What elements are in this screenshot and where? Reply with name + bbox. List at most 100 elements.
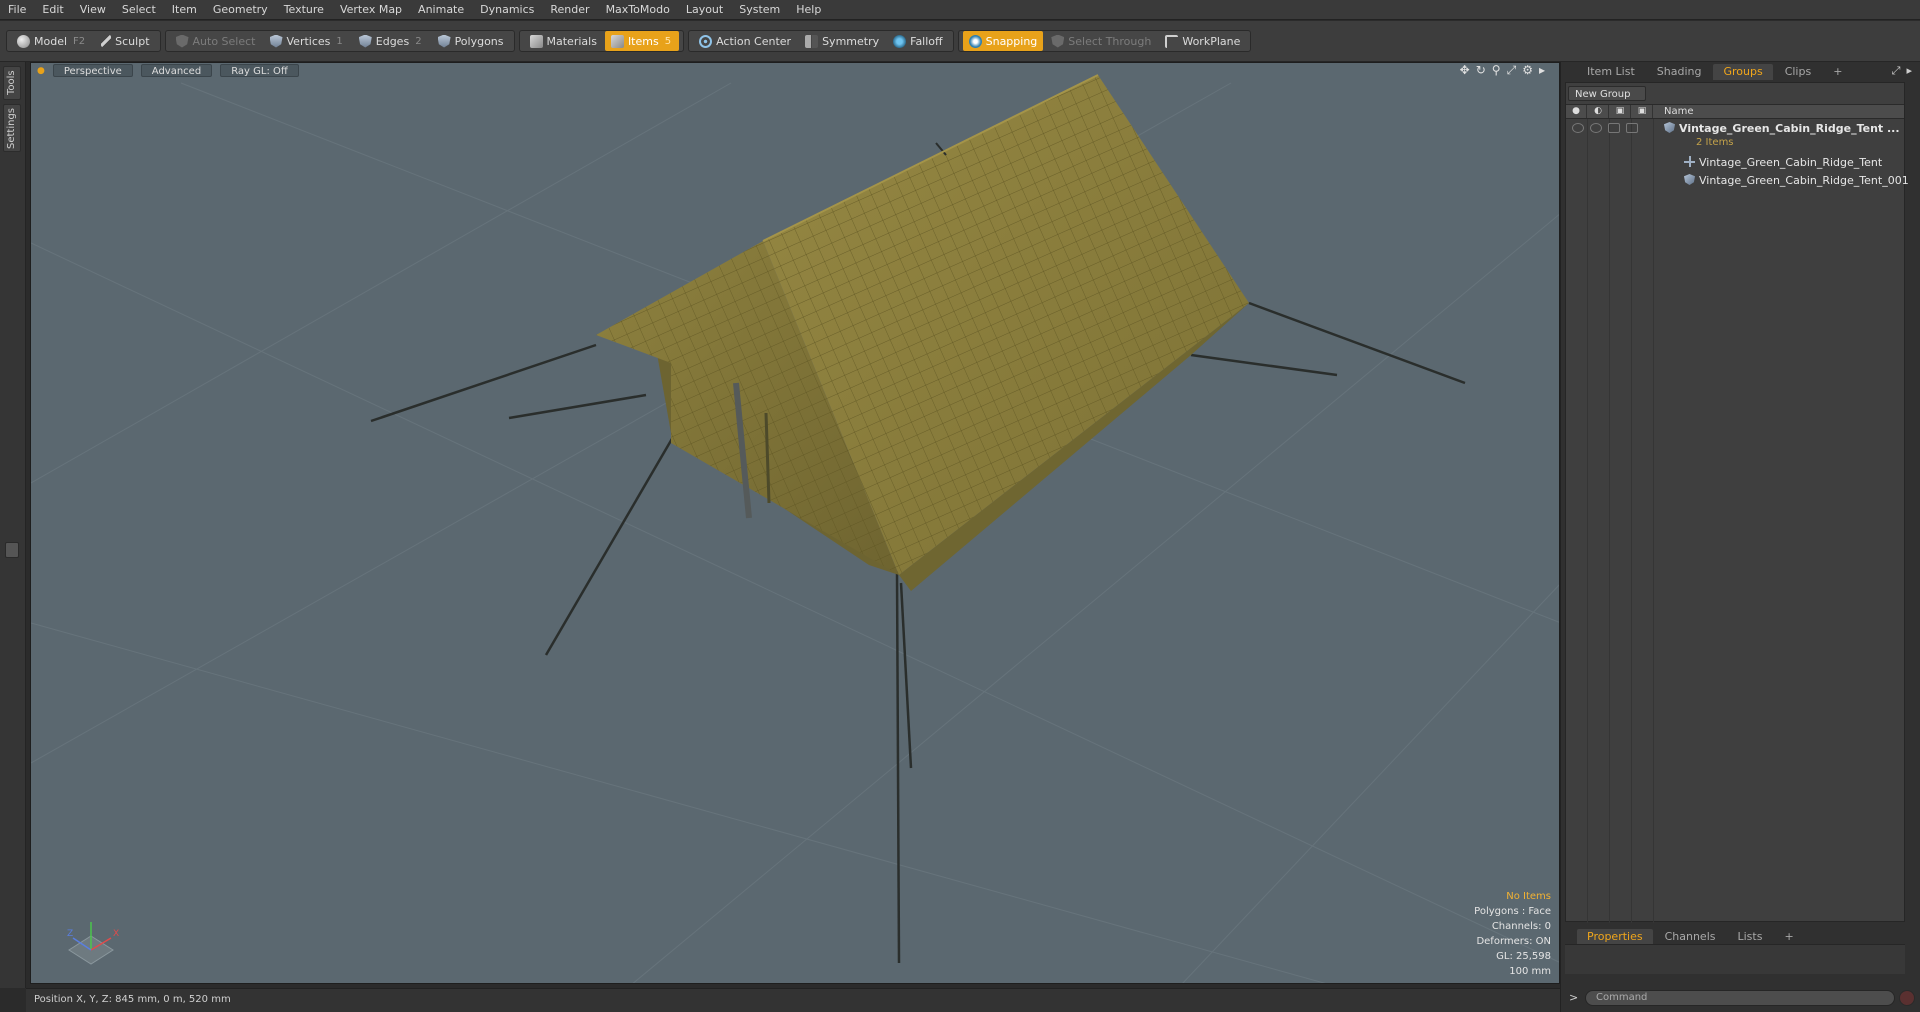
vertices-button[interactable]: Vertices 1 bbox=[264, 31, 351, 51]
lock-toggle-icon[interactable] bbox=[1608, 123, 1620, 133]
perspective-dropdown[interactable]: Perspective bbox=[52, 64, 133, 77]
menu-item[interactable]: Item bbox=[164, 0, 205, 20]
sculpt-button[interactable]: Sculpt bbox=[95, 31, 155, 51]
tools-tab[interactable]: Tools bbox=[3, 66, 21, 100]
menu-vertex-map[interactable]: Vertex Map bbox=[332, 0, 410, 20]
mesh-icon bbox=[1684, 174, 1695, 185]
chevron-right-icon[interactable]: ▸ bbox=[1906, 64, 1912, 78]
deformers-info: Deformers: ON bbox=[1476, 936, 1551, 947]
zoom-icon[interactable]: ⚲ bbox=[1492, 64, 1501, 76]
tab-shading[interactable]: Shading bbox=[1647, 64, 1712, 80]
name-column-header[interactable]: Name bbox=[1664, 105, 1694, 118]
action-center-button[interactable]: Action Center bbox=[693, 31, 797, 51]
menu-view[interactable]: View bbox=[72, 0, 114, 20]
lock-column-icon[interactable]: ▣ bbox=[1610, 105, 1631, 118]
falloff-button[interactable]: Falloff bbox=[887, 31, 948, 51]
model-button[interactable]: Model F2 bbox=[11, 31, 93, 51]
command-row: > Command bbox=[1561, 987, 1920, 1011]
group-icon bbox=[1664, 122, 1675, 133]
command-input[interactable]: Command bbox=[1585, 990, 1895, 1006]
menu-file[interactable]: File bbox=[0, 0, 34, 20]
menu-edit[interactable]: Edit bbox=[34, 0, 71, 20]
mode-group: Model F2 Sculpt bbox=[6, 30, 161, 52]
select-through-button[interactable]: Select Through bbox=[1045, 31, 1157, 51]
items-button[interactable]: Items 5 bbox=[604, 31, 680, 51]
tab-clips[interactable]: Clips bbox=[1775, 64, 1822, 80]
list-item[interactable]: Vintage_Green_Cabin_Ridge_Tent bbox=[1684, 156, 1882, 169]
viewport-header: ● Perspective Advanced Ray GL: Off bbox=[31, 63, 1559, 78]
group-item-count: 2 Items bbox=[1696, 137, 1734, 148]
materials-group: Materials Items 5 bbox=[518, 30, 685, 52]
polygons-button[interactable]: Polygons bbox=[432, 31, 510, 51]
menu-select[interactable]: Select bbox=[114, 0, 164, 20]
menu-layout[interactable]: Layout bbox=[678, 0, 731, 20]
items-icon bbox=[610, 34, 624, 48]
polygons-info: Polygons : Face bbox=[1474, 906, 1551, 917]
menu-bar: File Edit View Select Item Geometry Text… bbox=[0, 0, 1920, 20]
menu-geometry[interactable]: Geometry bbox=[205, 0, 276, 20]
toolbar: Model F2 Sculpt Auto Select Vertices 1 E… bbox=[0, 21, 1920, 62]
tab-channels[interactable]: Channels bbox=[1655, 929, 1726, 945]
eye-icon[interactable] bbox=[1572, 123, 1584, 133]
rotate-icon[interactable]: ↻ bbox=[1476, 64, 1486, 76]
viewport-menu-icon[interactable]: ● bbox=[37, 66, 45, 76]
3d-viewport[interactable]: Z X ● Perspective Advanced Ray GL: Off ✥… bbox=[30, 62, 1560, 984]
tab-lists[interactable]: Lists bbox=[1728, 929, 1773, 945]
right-panel: Item List Shading Groups Clips + ⤢ ▸ New… bbox=[1560, 62, 1920, 1012]
panel-toggle-button[interactable] bbox=[5, 542, 19, 558]
brush-icon bbox=[101, 35, 112, 47]
snapping-button[interactable]: Snapping bbox=[962, 31, 1044, 51]
action-group: Action Center Symmetry Falloff bbox=[688, 30, 954, 52]
materials-button[interactable]: Materials bbox=[524, 31, 603, 51]
maximize-icon[interactable]: ⤢ bbox=[1892, 64, 1901, 78]
materials-icon bbox=[529, 34, 543, 48]
raygl-dropdown[interactable]: Ray GL: Off bbox=[220, 64, 299, 77]
command-prompt: > bbox=[1569, 991, 1579, 1004]
shading-dropdown[interactable]: Advanced bbox=[140, 64, 213, 77]
menu-system[interactable]: System bbox=[731, 0, 788, 20]
polygons-icon bbox=[437, 34, 451, 48]
group-row[interactable]: Vintage_Green_Cabin_Ridge_Tent ... bbox=[1664, 122, 1900, 135]
workplane-icon bbox=[1165, 34, 1179, 48]
properties-panel bbox=[1565, 944, 1905, 974]
edges-icon bbox=[358, 34, 372, 48]
select-toggle-icon[interactable] bbox=[1626, 123, 1638, 133]
auto-select-button[interactable]: Auto Select bbox=[170, 31, 262, 51]
add-tab-button[interactable]: + bbox=[1823, 64, 1852, 80]
visibility-column-icon[interactable]: ● bbox=[1566, 105, 1587, 118]
chevron-right-icon[interactable]: ▸ bbox=[1539, 64, 1545, 76]
edges-button[interactable]: Edges 2 bbox=[353, 31, 430, 51]
menu-render[interactable]: Render bbox=[542, 0, 597, 20]
select-column-icon[interactable]: ▣ bbox=[1632, 105, 1653, 118]
select-through-icon bbox=[1051, 34, 1065, 48]
menu-help[interactable]: Help bbox=[788, 0, 829, 20]
action-center-icon bbox=[699, 34, 713, 48]
workplane-button[interactable]: WorkPlane bbox=[1159, 31, 1246, 51]
menu-texture[interactable]: Texture bbox=[276, 0, 332, 20]
render-column-icon[interactable]: ◐ bbox=[1588, 105, 1609, 118]
ground-grid bbox=[31, 82, 1559, 983]
symmetry-icon bbox=[805, 34, 819, 48]
falloff-icon bbox=[893, 34, 907, 48]
menu-dynamics[interactable]: Dynamics bbox=[472, 0, 542, 20]
command-history-button[interactable] bbox=[1899, 990, 1915, 1006]
tab-item-list[interactable]: Item List bbox=[1577, 64, 1645, 80]
groups-list: New Group ● ◐ ▣ ▣ Name Vintage_Green_Cab… bbox=[1565, 82, 1909, 923]
gear-icon[interactable]: ⚙ bbox=[1522, 64, 1533, 76]
add-tab-button[interactable]: + bbox=[1774, 929, 1803, 945]
list-item[interactable]: Vintage_Green_Cabin_Ridge_Tent_001 bbox=[1684, 174, 1909, 187]
render-toggle-icon[interactable] bbox=[1590, 123, 1602, 133]
menu-animate[interactable]: Animate bbox=[410, 0, 472, 20]
tab-properties[interactable]: Properties bbox=[1577, 929, 1653, 945]
symmetry-button[interactable]: Symmetry bbox=[799, 31, 885, 51]
locator-icon bbox=[1684, 156, 1695, 167]
maximize-icon[interactable]: ⤢ bbox=[1507, 64, 1517, 76]
pan-icon[interactable]: ✥ bbox=[1460, 64, 1470, 76]
menu-maxtomodo[interactable]: MaxToModo bbox=[598, 0, 678, 20]
viewport-info: No Items Polygons : Face Channels: 0 Def… bbox=[1474, 889, 1551, 979]
grid-size-info: 100 mm bbox=[1509, 966, 1551, 977]
sphere-icon bbox=[17, 34, 30, 48]
settings-tab[interactable]: Settings bbox=[3, 104, 21, 152]
new-group-button[interactable]: New Group bbox=[1568, 86, 1646, 101]
tab-groups[interactable]: Groups bbox=[1713, 64, 1773, 80]
